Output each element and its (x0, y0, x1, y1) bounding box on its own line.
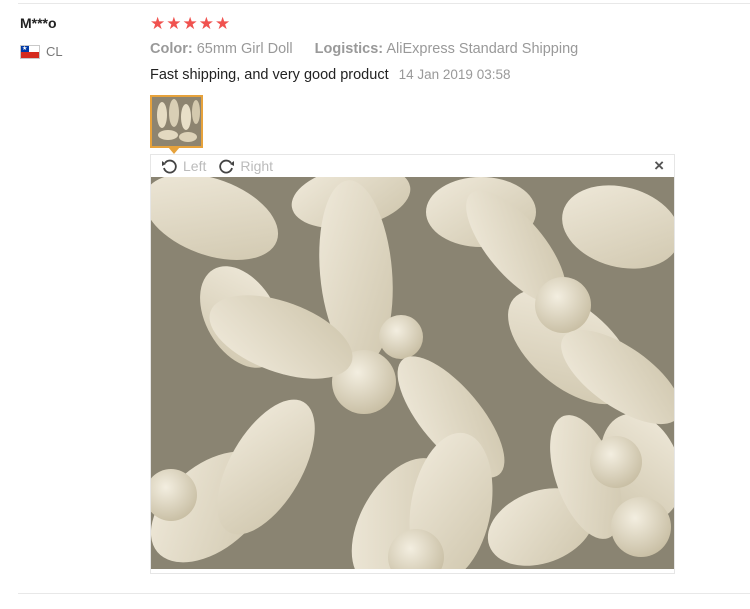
rotate-left-icon (162, 159, 177, 173)
top-divider (18, 3, 750, 4)
close-icon[interactable]: × (654, 157, 664, 175)
order-info: Color: 65mm Girl Doll Logistics: AliExpr… (150, 41, 578, 57)
thumbnail-pointer (168, 147, 180, 154)
rotate-right-label: Right (240, 158, 274, 174)
review-photo-thumbnail[interactable] (150, 95, 203, 148)
rotate-left-button[interactable]: Left (161, 158, 206, 175)
rotate-right-button[interactable]: Right (218, 158, 273, 175)
rotate-right-icon (219, 159, 235, 173)
bottom-divider (18, 593, 750, 594)
rating-stars: ★ ★ ★ ★ ★ (150, 14, 230, 34)
review-photo (151, 177, 674, 569)
photo-viewer: Left Right × (150, 154, 675, 574)
viewer-toolbar: Left Right × (151, 155, 674, 177)
color-label: Color: (150, 41, 193, 57)
reviewer-country: ★ CL (20, 44, 63, 59)
chile-flag-icon: ★ (20, 44, 40, 59)
review-text: Fast shipping, and very good product (150, 67, 389, 83)
country-code: CL (46, 44, 63, 59)
star-icon: ★ (150, 14, 166, 33)
reviewer-name: M***o (20, 15, 57, 31)
star-icon: ★ (182, 14, 198, 33)
star-icon: ★ (215, 14, 231, 33)
star-icon: ★ (166, 14, 182, 33)
logistics-value: AliExpress Standard Shipping (386, 41, 579, 57)
review-date: 14 Jan 2019 03:58 (398, 67, 511, 82)
color-value: 65mm Girl Doll (196, 41, 293, 57)
star-icon: ★ (198, 14, 214, 33)
rotate-left-label: Left (183, 158, 207, 174)
review-body: Fast shipping, and very good product 14 … (150, 67, 510, 83)
logistics-label: Logistics: (314, 41, 384, 57)
